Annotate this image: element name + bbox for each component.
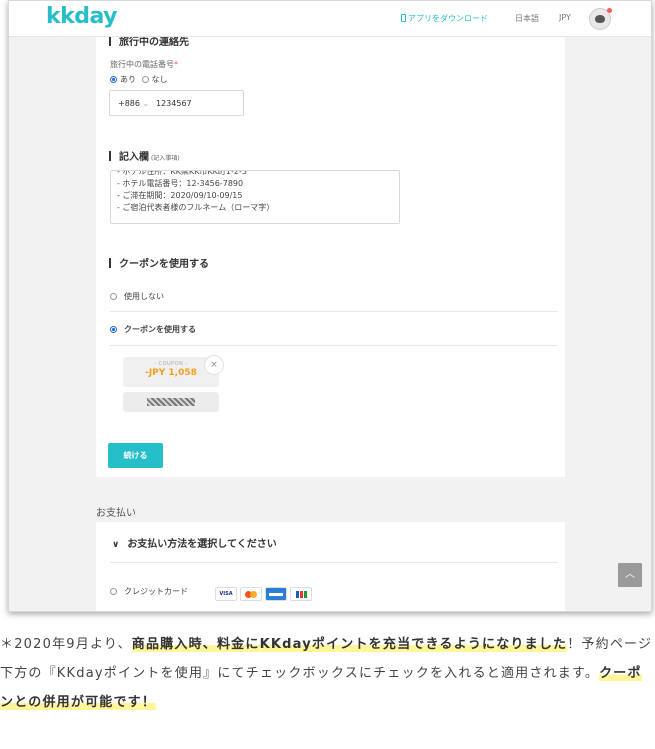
highlight-text: 商品購入時、料金にKKdayポイントを充当できるようになりました xyxy=(131,637,568,652)
divider xyxy=(110,562,558,563)
radio-yes[interactable] xyxy=(110,76,117,83)
credit-card-option[interactable]: クレジットカード xyxy=(110,586,188,597)
notes-section-title: 記入欄 (記入事項) xyxy=(109,148,180,163)
masked-code xyxy=(147,398,195,406)
continue-button[interactable]: 続ける xyxy=(108,443,163,468)
card-brand-logos: VISA xyxy=(215,583,315,602)
screenshot-frame: 旅行中の連絡先 旅行中の電話番号* あり なし 記入欄 (記入事項) クーポンを使… xyxy=(8,0,652,612)
chevron-down-icon: ∨ xyxy=(112,540,120,550)
notes-textarea[interactable]: - ホテル住所：KK県KK市KK町1-2-3 - ホテル電話番号：12-3456… xyxy=(110,170,400,224)
back-to-top-button[interactable]: ︿ xyxy=(618,563,642,587)
kkday-logo[interactable]: kkday xyxy=(46,4,118,29)
radio-no[interactable] xyxy=(141,76,149,83)
notes-line: - ご滞在期間：2020/09/10-09/15 xyxy=(117,191,243,200)
notes-line: - ホテル住所：KK県KK市KK町1-2-3 xyxy=(117,170,247,176)
payment-label: お支払い xyxy=(96,508,136,519)
phone-input[interactable]: +886 ⌄ 1234567 xyxy=(109,90,244,116)
notes-line: - ホテル電話番号：12-3456-7890 xyxy=(117,179,244,188)
currency-selector[interactable]: JPY xyxy=(559,13,571,22)
amex-icon xyxy=(265,586,287,601)
phone-number-value: 1234567 xyxy=(156,99,192,108)
app-download-link[interactable]: アプリをダウンロード xyxy=(401,13,488,24)
notes-line: - ご宿泊代表者様のフルネーム（ローマ字） xyxy=(117,203,275,212)
coupon-section-title: クーポンを使用する xyxy=(109,255,209,270)
language-selector[interactable]: 日本語 xyxy=(515,13,539,24)
payment-card: ∨ お支払い方法を選択してください クレジットカード VISA xyxy=(96,522,565,611)
phone-label: 旅行中の電話番号* xyxy=(110,60,178,69)
payment-method-toggle[interactable]: ∨ お支払い方法を選択してください xyxy=(112,535,277,550)
coupon-option-use[interactable]: クーポンを使用する xyxy=(110,324,196,335)
mastercard-icon xyxy=(240,586,262,601)
close-icon[interactable]: × xyxy=(204,355,224,375)
coupon-option-none[interactable]: 使用しない xyxy=(110,291,164,302)
radio-use-icon xyxy=(110,326,117,333)
divider xyxy=(110,311,558,312)
notification-dot xyxy=(607,8,612,13)
radio-none-icon xyxy=(110,293,117,300)
radio-credit-icon xyxy=(110,588,117,595)
phone-icon xyxy=(401,14,406,22)
phone-availability-radios: あり なし xyxy=(110,74,168,85)
chevron-down-icon: ⌄ xyxy=(142,99,150,108)
visa-icon: VISA xyxy=(215,586,237,601)
divider xyxy=(110,345,558,346)
top-bar: kkday アプリをダウンロード 日本語 JPY xyxy=(9,1,651,37)
country-code-select[interactable]: +886 ⌄ xyxy=(118,99,149,108)
article-caption: ＊2020年9月より、商品購入時、料金にKKdayポイントを充当できるようになり… xyxy=(0,637,653,710)
avatar[interactable] xyxy=(589,8,612,30)
chevron-up-icon: ︿ xyxy=(625,569,635,580)
jcb-icon xyxy=(290,586,312,601)
coupon-ticket-masked[interactable] xyxy=(123,392,219,412)
bear-icon xyxy=(595,15,605,23)
